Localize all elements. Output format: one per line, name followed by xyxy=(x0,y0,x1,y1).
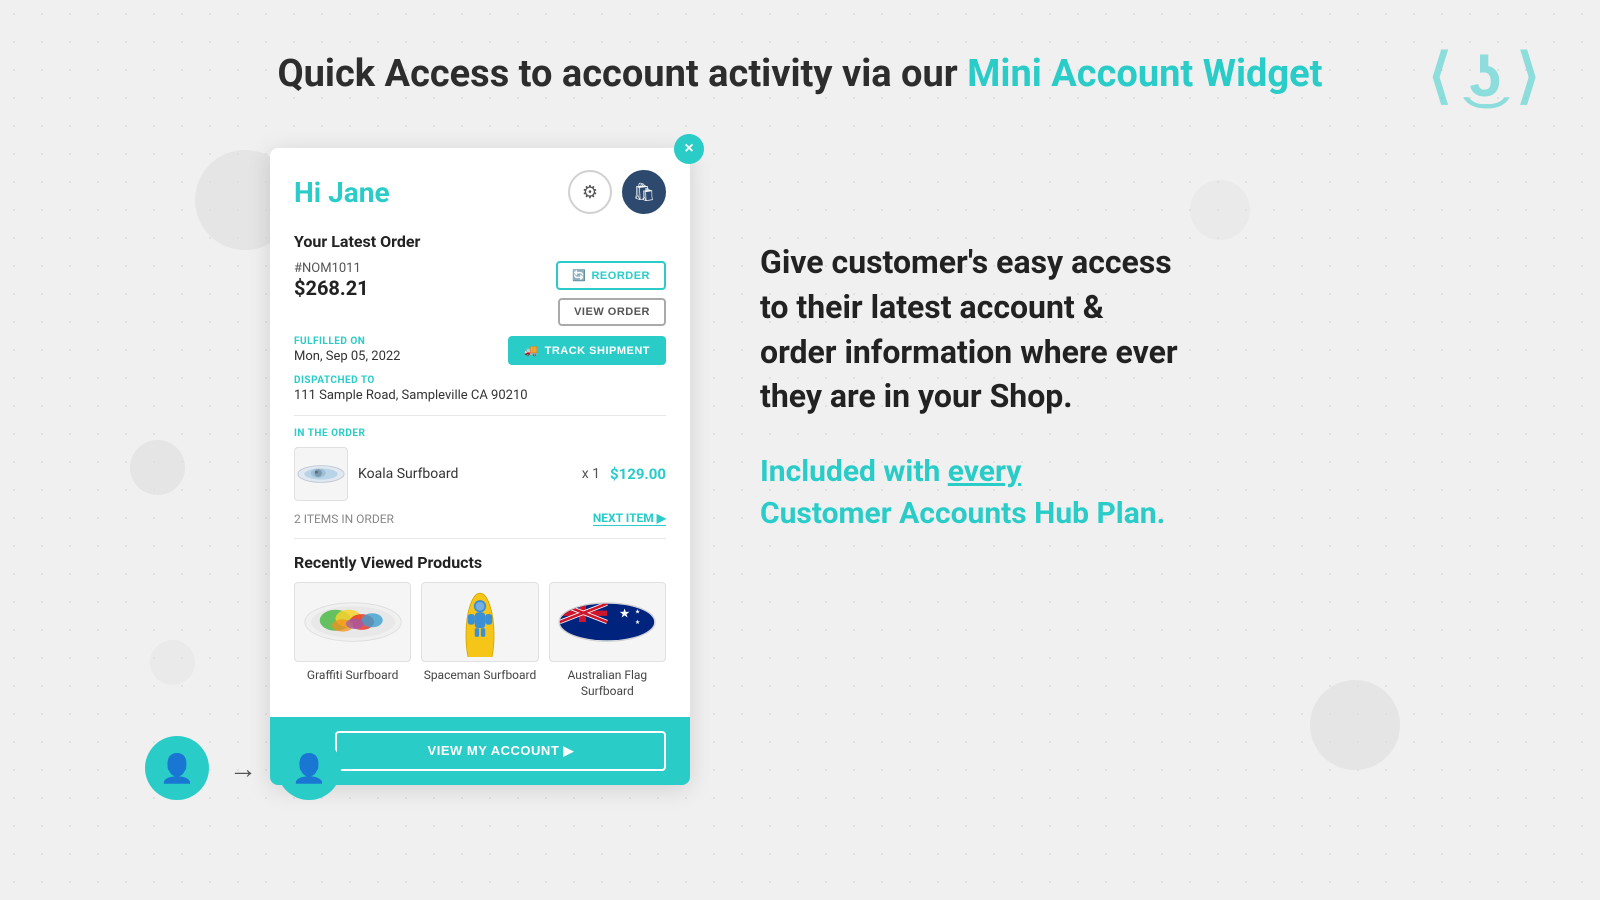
next-item-button[interactable]: NEXT ITEM ▶ xyxy=(593,511,666,526)
product-name-graffiti: Graffiti Surfboard xyxy=(294,668,411,684)
avatar-after: 👤 xyxy=(277,736,341,800)
reorder-button[interactable]: 🔄 REORDER xyxy=(556,261,666,290)
spaceman-surfboard-image xyxy=(425,587,535,657)
fulfilled-date: Mon, Sep 05, 2022 xyxy=(294,349,400,364)
recently-viewed-title: Recently Viewed Products xyxy=(294,553,666,572)
dispatched-info: DISPATCHED TO 111 Sample Road, Samplevil… xyxy=(294,375,666,403)
australian-surfboard-image: ★ ★ ★ xyxy=(552,587,662,657)
graffiti-surfboard-image xyxy=(298,587,408,657)
user-icon-before: 👤 xyxy=(160,752,195,785)
brand-icon: ⟨ ͜ʖ ⟩ xyxy=(1428,40,1540,111)
right-content: Give customer's easy accessto their late… xyxy=(760,240,1520,535)
arrow-icon: → xyxy=(229,752,257,785)
divider xyxy=(294,415,666,416)
track-shipment-button[interactable]: 🚚 TRACK SHIPMENT xyxy=(508,336,666,365)
greeting-text: Hi Jane xyxy=(294,176,390,209)
every-text: every xyxy=(948,454,1022,489)
product-item-spaceman[interactable]: Spaceman Surfboard xyxy=(421,582,538,699)
items-navigation: 2 ITEMS IN ORDER NEXT ITEM ▶ xyxy=(294,511,666,526)
main-description: Give customer's easy accessto their late… xyxy=(760,240,1520,419)
koala-surfboard-image xyxy=(296,453,346,495)
fulfilled-label: FULFILLED ON xyxy=(294,336,400,347)
user-icon-after: 👤 xyxy=(292,752,327,785)
fulfilled-info: FULFILLED ON Mon, Sep 05, 2022 xyxy=(294,336,400,364)
item-price: $129.00 xyxy=(610,465,666,483)
cart-button[interactable]: 🛍 xyxy=(622,170,666,214)
svg-text:★: ★ xyxy=(635,608,640,615)
order-number: #NOM1011 xyxy=(294,261,369,276)
graffiti-thumbnail xyxy=(294,582,411,662)
item-qty: x 1 xyxy=(582,466,600,482)
item-thumbnail xyxy=(294,447,348,501)
close-button[interactable]: × xyxy=(674,134,704,164)
truck-icon: 🚚 xyxy=(524,344,538,357)
divider-2 xyxy=(294,538,666,539)
cart-icon: 🛍 xyxy=(633,182,656,203)
widget-card: Hi Jane ⚙ 🛍 Your Latest Order #NOM1011 $… xyxy=(270,148,690,785)
sub-description: Included with everyCustomer Accounts Hub… xyxy=(760,451,1520,535)
order-item: Koala Surfboard x 1 $129.00 xyxy=(294,447,666,501)
product-item-australian[interactable]: ★ ★ ★ Australian Flag Surfboard xyxy=(549,582,666,699)
svg-text:★: ★ xyxy=(619,607,630,621)
avatar-before: 👤 xyxy=(145,736,209,800)
order-amount: $268.21 xyxy=(294,276,369,300)
fulfilled-row: FULFILLED ON Mon, Sep 05, 2022 🚚 TRACK S… xyxy=(294,336,666,365)
items-count: 2 ITEMS IN ORDER xyxy=(294,512,394,526)
dispatched-address: 111 Sample Road, Sampleville CA 90210 xyxy=(294,388,666,403)
latest-order-title: Your Latest Order xyxy=(294,232,666,251)
settings-icon: ⚙ xyxy=(582,182,598,203)
mini-account-widget: × Hi Jane ⚙ 🛍 Your Latest Order xyxy=(270,148,690,785)
australian-thumbnail: ★ ★ ★ xyxy=(549,582,666,662)
settings-button[interactable]: ⚙ xyxy=(568,170,612,214)
item-name: Koala Surfboard xyxy=(358,466,572,482)
page-title: Quick Access to account activity via our… xyxy=(0,52,1600,96)
avatar-demo: 👤 → 👤 xyxy=(145,736,341,800)
order-summary-row: #NOM1011 $268.21 🔄 REORDER VIEW ORDER xyxy=(294,261,666,326)
recently-viewed-grid: Graffiti Surfboard xyxy=(294,582,666,699)
product-name-australian: Australian Flag Surfboard xyxy=(549,668,666,699)
widget-body: Hi Jane ⚙ 🛍 Your Latest Order #NOM1011 $… xyxy=(270,148,690,717)
order-info: #NOM1011 $268.21 xyxy=(294,261,369,300)
order-actions: 🔄 REORDER VIEW ORDER xyxy=(556,261,666,326)
dispatched-label: DISPATCHED TO xyxy=(294,375,666,386)
product-name-spaceman: Spaceman Surfboard xyxy=(421,668,538,684)
view-order-button[interactable]: VIEW ORDER xyxy=(558,298,666,326)
in-order-label: IN THE ORDER xyxy=(294,428,666,439)
view-account-button[interactable]: VIEW MY ACCOUNT ▶ xyxy=(335,731,666,771)
spaceman-thumbnail xyxy=(421,582,538,662)
svg-text:★: ★ xyxy=(635,619,640,626)
reorder-icon: 🔄 xyxy=(572,269,586,282)
widget-header: Hi Jane ⚙ 🛍 xyxy=(294,170,666,214)
header-icons: ⚙ 🛍 xyxy=(568,170,666,214)
product-item-graffiti[interactable]: Graffiti Surfboard xyxy=(294,582,411,699)
